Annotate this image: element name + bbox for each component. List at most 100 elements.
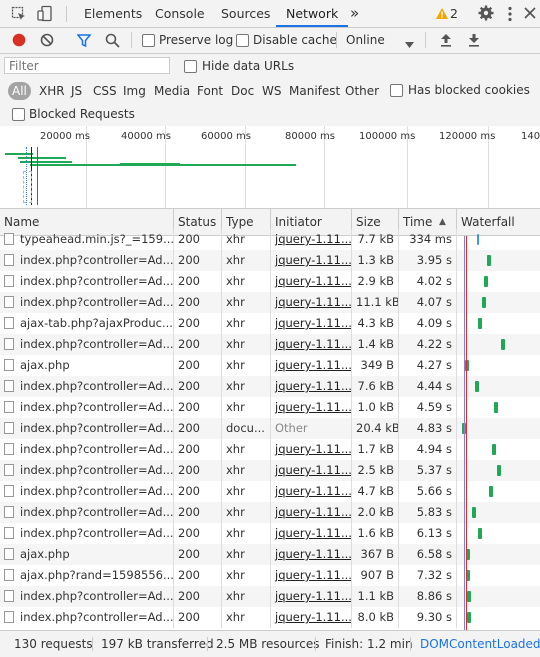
initiator-link[interactable]: jquery-1.11.... (271, 397, 352, 418)
throttling-select[interactable]: Online (346, 33, 385, 47)
table-row[interactable]: index.php?controller=Ad... 200 xhr jquery-1… (0, 439, 540, 460)
request-name[interactable]: index.php?controller=Ad... (20, 379, 173, 393)
cell-initiator: Other (271, 418, 352, 439)
tab-network[interactable]: Network (276, 0, 349, 27)
search-icon[interactable] (105, 33, 120, 51)
initiator-link[interactable]: jquery-1.11.... (271, 250, 352, 271)
table-row[interactable]: typeahead.min.js?_=159... 200 xhr jquery-1.… (0, 229, 540, 250)
request-name[interactable]: index.php?controller=Ad... (20, 253, 173, 267)
type-filter-js[interactable]: JS (71, 82, 82, 100)
initiator-link[interactable]: jquery-1.11.... (271, 523, 352, 544)
network-overview-timeline[interactable]: 20000 ms 40000 ms 60000 ms 80000 ms 1000… (0, 126, 540, 209)
type-filter-media[interactable]: Media (154, 82, 190, 100)
type-filter-xhr[interactable]: XHR (39, 82, 65, 100)
table-row[interactable]: index.php?controller=Ad... 200 docu... Othe… (0, 418, 540, 439)
initiator-link[interactable]: jquery-1.11.... (271, 586, 352, 607)
initiator-link[interactable]: jquery-1.11.... (271, 502, 352, 523)
type-filter-img[interactable]: Img (123, 82, 146, 100)
warning-icon[interactable] (436, 8, 448, 22)
request-name[interactable]: index.php?controller=Ad... (20, 610, 173, 624)
table-row[interactable]: ajax.php 200 xhr jquery-1.11.... 349 B 4.27 s (0, 355, 540, 376)
tab-console[interactable]: Console (155, 0, 205, 27)
table-row[interactable]: index.php?controller=Ad... 200 xhr jquery-1… (0, 502, 540, 523)
request-name[interactable]: ajax.php?rand=1598556... (20, 568, 173, 582)
initiator-link[interactable]: jquery-1.11.... (271, 544, 352, 565)
request-name[interactable]: index.php?controller=Ad... (20, 274, 173, 288)
request-name[interactable]: index.php?controller=Ad... (20, 505, 173, 519)
table-row[interactable]: index.php?controller=Ad... 200 xhr jquery-1… (0, 523, 540, 544)
chevron-down-icon[interactable] (405, 37, 414, 51)
initiator-link[interactable]: jquery-1.11.... (271, 229, 352, 250)
table-row[interactable]: ajax.php?rand=1598556... 200 xhr jquery-1.1… (0, 565, 540, 586)
request-name[interactable]: ajax.php (20, 358, 70, 372)
hide-data-urls-label[interactable]: Hide data URLs (202, 59, 294, 73)
preserve-log-label[interactable]: Preserve log (159, 33, 233, 47)
settings-gear-icon[interactable] (478, 5, 494, 24)
type-filter-manifest[interactable]: Manifest (289, 82, 340, 100)
table-row[interactable]: index.php?controller=Ad... 200 xhr jquery-1… (0, 376, 540, 397)
request-name[interactable]: index.php?controller=Ad... (20, 463, 173, 477)
initiator-link[interactable]: jquery-1.11.... (271, 607, 352, 628)
more-tabs-button[interactable]: » (350, 0, 359, 27)
type-filter-ws[interactable]: WS (262, 82, 281, 100)
preserve-log-checkbox[interactable] (142, 34, 155, 47)
request-name[interactable]: ajax.php (20, 547, 70, 561)
close-devtools-icon[interactable] (524, 7, 536, 22)
has-blocked-cookies-checkbox[interactable] (390, 84, 403, 97)
initiator-link[interactable]: jquery-1.11.... (271, 334, 352, 355)
initiator-link[interactable]: jquery-1.11.... (271, 292, 352, 313)
initiator-link[interactable]: jquery-1.11.... (271, 376, 352, 397)
table-row[interactable]: index.php?controller=Ad... 200 xhr jquery-1… (0, 250, 540, 271)
table-row[interactable]: index.php?controller=Ad... 200 xhr jquery-1… (0, 334, 540, 355)
initiator-link[interactable]: jquery-1.11.... (271, 460, 352, 481)
table-row[interactable]: ajax.php 200 xhr jquery-1.11.... 367 B 6.58 s (0, 544, 540, 565)
record-icon[interactable] (12, 33, 26, 50)
more-options-icon[interactable] (507, 6, 513, 25)
import-har-icon[interactable] (440, 33, 452, 50)
device-toolbar-icon[interactable] (37, 5, 53, 25)
hide-data-urls-checkbox[interactable] (184, 60, 197, 73)
request-name[interactable]: ajax-tab.php?ajaxProduc... (20, 316, 173, 330)
initiator-link[interactable]: jquery-1.11.... (271, 313, 352, 334)
type-filter-other[interactable]: Other (345, 82, 379, 100)
initiator-link[interactable]: jquery-1.11.... (271, 355, 352, 376)
type-filter-doc[interactable]: Doc (231, 82, 254, 100)
request-name[interactable]: index.php?controller=Ad... (20, 295, 173, 309)
request-name[interactable]: index.php?controller=Ad... (20, 421, 173, 435)
request-name[interactable]: index.php?controller=Ad... (20, 400, 173, 414)
table-row[interactable]: index.php?controller=Ad... 200 xhr jquery-1… (0, 481, 540, 502)
clear-icon[interactable] (40, 33, 54, 50)
disable-cache-checkbox[interactable] (236, 34, 249, 47)
initiator-link[interactable]: jquery-1.11.... (271, 481, 352, 502)
request-name[interactable]: typeahead.min.js?_=159... (20, 232, 173, 246)
blocked-requests-label[interactable]: Blocked Requests (29, 107, 135, 121)
initiator-link[interactable]: jquery-1.11.... (271, 565, 352, 586)
type-filter-css[interactable]: CSS (93, 82, 117, 100)
inspect-element-icon[interactable] (11, 6, 27, 25)
blocked-requests-checkbox[interactable] (12, 108, 25, 121)
filter-icon[interactable] (76, 34, 92, 50)
request-name[interactable]: index.php?controller=Ad... (20, 589, 173, 603)
disable-cache-label[interactable]: Disable cache (253, 33, 337, 47)
warning-count[interactable]: 2 (450, 0, 458, 27)
export-har-icon[interactable] (468, 33, 480, 50)
has-blocked-cookies-label[interactable]: Has blocked cookies (408, 83, 530, 97)
initiator-link[interactable]: jquery-1.11.... (271, 439, 352, 460)
initiator-link[interactable]: jquery-1.11.... (271, 271, 352, 292)
request-name[interactable]: index.php?controller=Ad... (20, 526, 173, 540)
request-name[interactable]: index.php?controller=Ad... (20, 484, 173, 498)
request-name[interactable]: index.php?controller=Ad... (20, 442, 173, 456)
table-row[interactable]: index.php?controller=Ad... 200 xhr jquery-1… (0, 397, 540, 418)
type-filter-all[interactable]: All (8, 82, 31, 100)
tab-elements[interactable]: Elements (84, 0, 142, 27)
type-filter-font[interactable]: Font (197, 82, 223, 100)
table-row[interactable]: index.php?controller=Ad... 200 xhr jquery-1… (0, 586, 540, 607)
table-row[interactable]: index.php?controller=Ad... 200 xhr jquery-1… (0, 607, 540, 628)
filter-input[interactable] (4, 57, 170, 74)
table-row[interactable]: index.php?controller=Ad... 200 xhr jquery-1… (0, 460, 540, 481)
tab-sources[interactable]: Sources (221, 0, 270, 27)
request-name[interactable]: index.php?controller=Ad... (20, 337, 173, 351)
table-row[interactable]: ajax-tab.php?ajaxProduc... 200 xhr jquery-1… (0, 313, 540, 334)
table-row[interactable]: index.php?controller=Ad... 200 xhr jquery-1… (0, 292, 540, 313)
table-row[interactable]: index.php?controller=Ad... 200 xhr jquery-1… (0, 271, 540, 292)
